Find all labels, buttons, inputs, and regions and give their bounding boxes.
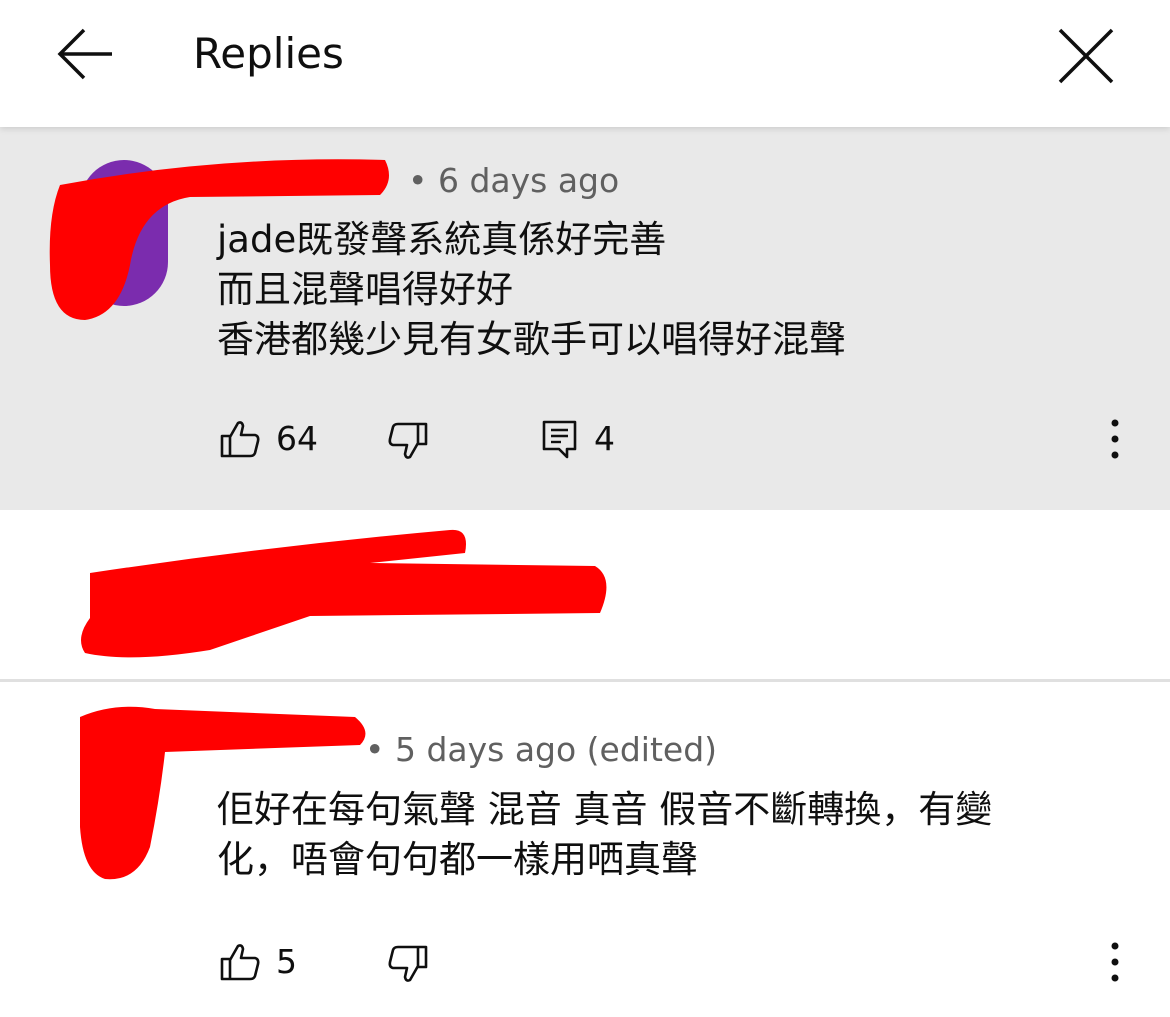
like-button[interactable]: [218, 419, 262, 459]
more-vert-icon: [1111, 419, 1119, 459]
back-button[interactable]: [50, 22, 120, 86]
close-icon: [1058, 28, 1114, 84]
more-options-button[interactable]: [1100, 940, 1130, 986]
top-bar: Replies: [0, 0, 1170, 127]
like-button[interactable]: [218, 942, 262, 982]
more-options-button[interactable]: [1100, 417, 1130, 463]
arrow-left-icon: [57, 28, 112, 80]
comment-text: 佢好在每句氣聲 混音 真音 假音不斷轉換，有變 化，唔會句句都一樣用哂真聲: [217, 788, 993, 881]
like-count: 5: [276, 942, 297, 981]
thumbs-up-icon: [220, 944, 260, 981]
dislike-button[interactable]: [386, 944, 430, 984]
redaction-mark: [81, 529, 607, 658]
thumbs-down-icon: [388, 945, 428, 982]
thumbs-down-icon: [388, 422, 428, 459]
thumbs-up-icon: [220, 421, 260, 458]
comment-text: jade既發聲系統真係好完善 而且混聲唱得好好 香港都幾少見有女歌手可以唱得好混…: [217, 218, 846, 361]
add-reply-area[interactable]: [0, 510, 1170, 680]
highlighted-comment: • 6 days ago jade既發聲系統真係好完善 而且混聲唱得好好 香港都…: [0, 127, 1170, 510]
comment-icon: [542, 420, 577, 459]
dislike-button[interactable]: [386, 421, 430, 461]
reply-comment: • 5 days ago (edited) 佢好在每句氣聲 混音 真音 假音不斷…: [0, 682, 1170, 1017]
comment-meta: • 6 days ago: [408, 161, 620, 200]
like-count: 64: [276, 419, 318, 458]
page-title: Replies: [193, 29, 344, 78]
close-button[interactable]: [1050, 20, 1122, 92]
more-vert-icon: [1111, 942, 1119, 982]
reply-button[interactable]: [541, 419, 579, 459]
reply-count: 4: [594, 419, 615, 458]
comment-meta: • 5 days ago (edited): [365, 730, 718, 769]
